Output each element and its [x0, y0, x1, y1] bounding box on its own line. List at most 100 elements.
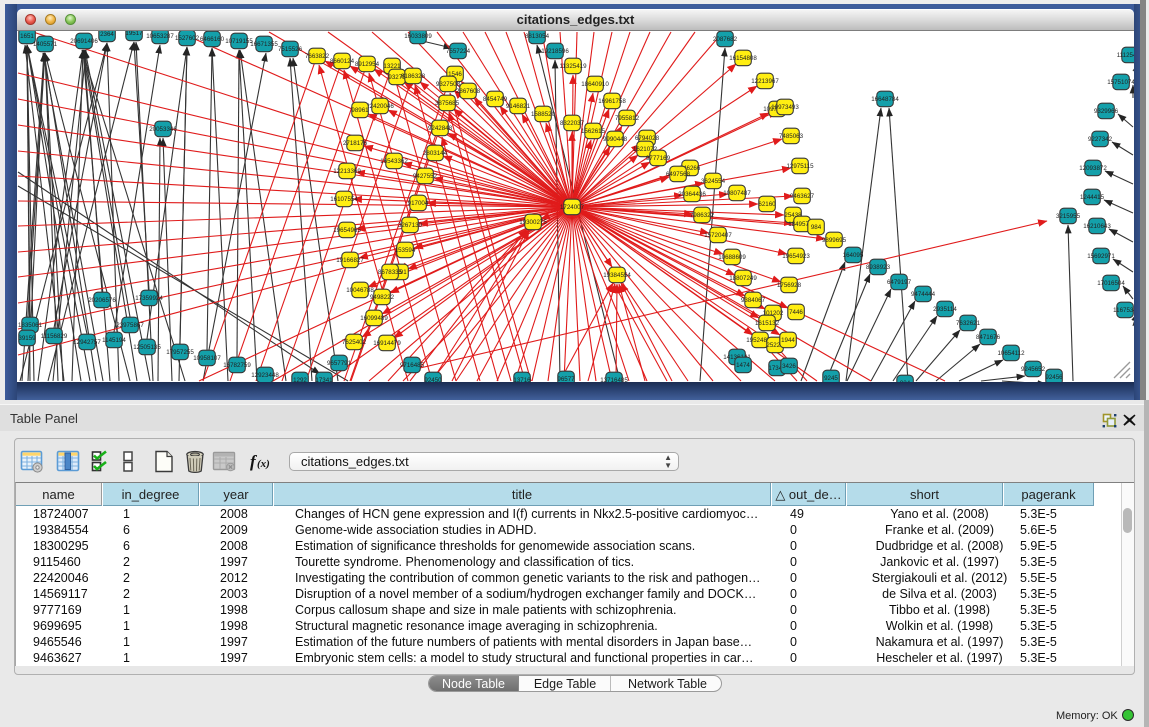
svg-text:924: 924	[900, 380, 911, 382]
svg-text:7625402: 7625402	[342, 339, 367, 346]
svg-text:1145194: 1145194	[102, 337, 126, 344]
svg-text:13716: 13716	[513, 377, 531, 382]
svg-text:17359924: 17359924	[135, 295, 163, 302]
svg-text:12213967: 12213967	[751, 78, 779, 85]
svg-text:11156829: 11156829	[41, 333, 68, 340]
svg-text:164095: 164095	[843, 252, 864, 259]
svg-text:8186328: 8186328	[401, 73, 426, 80]
svg-text:6479197: 6479197	[887, 279, 912, 286]
svg-text:1167534: 1167534	[1113, 307, 1134, 314]
svg-text:19517: 19517	[125, 31, 143, 37]
svg-text:153594: 153594	[395, 247, 416, 254]
svg-text:15720407: 15720407	[704, 232, 732, 239]
svg-text:917004: 917004	[408, 200, 429, 207]
svg-text:19166827: 19166827	[336, 257, 364, 264]
svg-text:10807487: 10807487	[723, 190, 751, 197]
svg-text:8678335: 8678335	[378, 269, 403, 276]
svg-text:9777169: 9777169	[646, 155, 671, 162]
svg-text:7557224: 7557224	[446, 48, 471, 55]
svg-text:8471676: 8471676	[976, 334, 1001, 341]
svg-text:7515526: 7515526	[278, 46, 303, 53]
svg-text:9227342: 9227342	[1088, 136, 1113, 143]
svg-text:12975115: 12975115	[786, 163, 814, 170]
svg-text:19384554: 19384554	[603, 272, 631, 279]
svg-text:10653287: 10653287	[146, 33, 174, 40]
svg-text:1588520: 1588520	[531, 111, 556, 118]
svg-text:2803144: 2803144	[423, 150, 448, 157]
svg-text:15692971: 15692971	[1087, 253, 1115, 260]
svg-text:2087682: 2087682	[713, 36, 738, 43]
svg-text:16107554: 16107554	[330, 196, 358, 203]
svg-text:12942757: 12942757	[73, 339, 101, 346]
svg-text:12923448: 12923448	[251, 372, 279, 379]
svg-text:16543362: 16543362	[380, 158, 408, 165]
svg-text:10654112: 10654112	[997, 350, 1025, 357]
svg-text:96577: 96577	[557, 376, 575, 382]
svg-text:1244415: 1244415	[1080, 194, 1105, 201]
svg-text:19654923: 19654923	[782, 253, 810, 260]
svg-text:2364: 2364	[100, 31, 114, 38]
svg-text:16914479: 16914479	[373, 340, 401, 347]
svg-text:1474: 1474	[736, 362, 750, 369]
svg-text:17016504: 17016504	[1097, 280, 1125, 287]
svg-text:9990448: 9990448	[603, 136, 628, 143]
svg-text:8660124: 8660124	[330, 58, 355, 65]
svg-text:12505135: 12505135	[133, 344, 161, 351]
svg-text:9427552: 9427552	[413, 173, 438, 180]
svg-text:98961: 98961	[351, 107, 369, 114]
svg-text:7632621: 7632621	[956, 320, 981, 327]
svg-text:18640910: 18640910	[581, 81, 609, 88]
svg-text:11125419: 11125419	[1117, 52, 1134, 59]
svg-text:9463627: 9463627	[790, 193, 815, 200]
svg-text:1292: 1292	[293, 377, 307, 382]
svg-text:18807249: 18807249	[729, 275, 757, 282]
svg-text:10958107: 10958107	[193, 355, 221, 362]
svg-text:10973493: 10973493	[771, 104, 799, 111]
svg-text:7485063: 7485063	[779, 133, 804, 140]
svg-text:1527602: 1527602	[175, 35, 200, 42]
svg-text:1405571: 1405571	[33, 41, 58, 48]
svg-text:9899695: 9899695	[822, 237, 847, 244]
svg-text:17341: 17341	[315, 377, 333, 382]
svg-text:22420046: 22420046	[366, 103, 394, 110]
svg-text:20053346: 20053346	[149, 126, 177, 133]
svg-text:16154808: 16154808	[729, 55, 757, 62]
svg-text:2867608: 2867608	[456, 88, 481, 95]
svg-text:9245: 9245	[824, 375, 838, 382]
svg-text:1724007: 1724007	[560, 204, 585, 211]
svg-text:9245652: 9245652	[1021, 366, 1046, 373]
svg-text:9657791: 9657791	[327, 360, 352, 367]
svg-text:17957255: 17957255	[166, 349, 194, 356]
svg-text:3426: 3426	[782, 363, 796, 370]
svg-text:(x): (x)	[257, 458, 270, 470]
svg-text:16033809: 16033809	[404, 33, 432, 40]
svg-text:8912954: 8912954	[355, 61, 380, 68]
svg-text:8813054: 8813054	[525, 33, 550, 40]
svg-text:8938923: 8938923	[866, 264, 891, 271]
svg-text:11325419: 11325419	[559, 63, 587, 70]
svg-text:1944: 1944	[781, 337, 795, 344]
svg-text:6466160: 6466160	[200, 36, 225, 43]
svg-text:3624554: 3624554	[701, 178, 726, 185]
svg-text:2935114: 2935114	[933, 306, 957, 313]
svg-text:16671355: 16671355	[250, 41, 278, 48]
svg-text:3215955: 3215955	[1056, 213, 1081, 220]
svg-text:9474444: 9474444	[911, 291, 936, 298]
svg-text:10046788: 10046788	[346, 287, 374, 294]
svg-text:16210643: 16210643	[1083, 223, 1111, 230]
svg-text:16961758: 16961758	[598, 98, 626, 105]
svg-text:23975867: 23975867	[116, 322, 144, 329]
svg-text:10719155: 10719155	[225, 38, 253, 45]
svg-text:2718176: 2718176	[343, 140, 368, 147]
svg-text:39159: 39159	[18, 335, 36, 342]
svg-text:92450: 92450	[424, 377, 442, 382]
svg-text:9329966: 9329966	[1094, 108, 1119, 115]
svg-text:15751074: 15751074	[1107, 79, 1134, 86]
svg-text:19300275: 19300275	[519, 219, 547, 226]
svg-text:3267130: 3267130	[398, 222, 423, 229]
svg-text:1756928: 1756928	[777, 282, 802, 289]
svg-text:1835061: 1835061	[18, 322, 43, 329]
svg-text:20206576: 20206576	[88, 297, 116, 304]
svg-text:7986322: 7986322	[690, 212, 715, 219]
svg-text:3875685: 3875685	[435, 100, 460, 107]
